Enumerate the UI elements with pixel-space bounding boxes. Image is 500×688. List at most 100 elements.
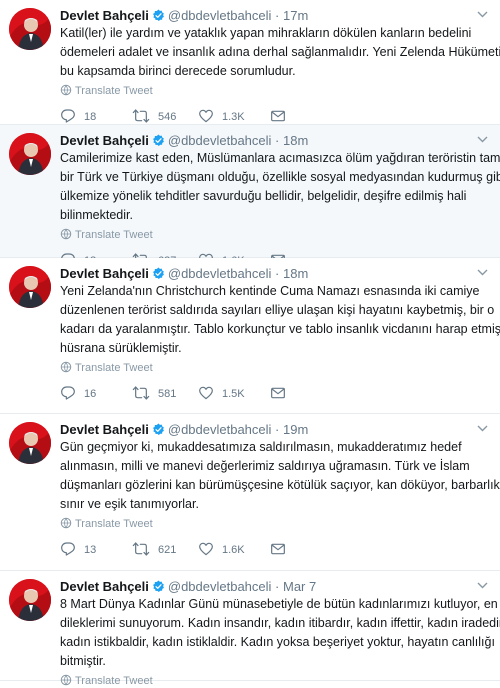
translate-tweet-link[interactable]: Translate Tweet <box>60 517 153 531</box>
like-button[interactable]: 1.6K <box>198 541 245 559</box>
direct-message-button[interactable] <box>270 385 294 403</box>
separator-dot: · <box>271 579 283 594</box>
retweet-icon <box>132 386 150 400</box>
tweet-text-line: kadarı da yaralanmıştır. Tablo korkunçtu… <box>60 322 500 336</box>
direct-message-button[interactable] <box>270 108 294 126</box>
heart-icon <box>199 109 213 123</box>
avatar[interactable] <box>9 133 51 175</box>
reply-icon <box>61 109 75 123</box>
translate-tweet-link[interactable]: Translate Tweet <box>60 674 153 688</box>
heart-icon <box>199 542 213 556</box>
like-count: 1.5K <box>222 388 245 400</box>
author-handle[interactable]: @dbdevletbahceli <box>168 266 272 281</box>
separator-dot: · <box>271 133 283 148</box>
globe-icon <box>60 674 72 686</box>
reply-count: 16 <box>84 388 97 400</box>
chevron-down-icon[interactable] <box>477 134 488 146</box>
tweet-text: 8 Mart Dünya Kadınlar Günü münasebetiyle… <box>60 595 500 671</box>
author-handle[interactable]: @dbdevletbahceli <box>168 133 272 148</box>
translate-tweet-link[interactable]: Translate Tweet <box>60 228 153 242</box>
tweet-text-line: ödemeleri adalet ve insanlık adına derha… <box>60 45 500 59</box>
tweet-text-line: düşmanları gözlerini kan bürümüşçesine k… <box>60 478 500 492</box>
tweet-timestamp[interactable]: 18m <box>283 266 308 281</box>
separator-dot: · <box>271 266 283 281</box>
tweet-header: Devlet Bahçeli @dbdevletbahceli · 17m <box>60 7 308 25</box>
retweet-count: 581 <box>158 388 177 400</box>
translate-tweet-label: Translate Tweet <box>75 85 153 97</box>
like-button[interactable]: 1.3K <box>198 108 245 126</box>
avatar[interactable] <box>9 8 51 50</box>
tweet[interactable]: Devlet Bahçeli @dbdevletbahceli · 19m Gün… <box>0 414 500 571</box>
tweet-text-line: 8 Mart Dünya Kadınlar Günü münasebetiyle… <box>60 597 500 611</box>
translate-tweet-link[interactable]: Translate Tweet <box>60 84 153 98</box>
tweet-timestamp[interactable]: 18m <box>283 133 308 148</box>
tweet-text-line: kadın istikbaldir, kadın istiklaldir. Ka… <box>60 635 495 649</box>
tweet[interactable]: Devlet Bahçeli @dbdevletbahceli · 17m Kat… <box>0 0 500 125</box>
translate-tweet-label: Translate Tweet <box>75 675 153 687</box>
reply-icon <box>61 386 75 400</box>
tweet-header: Devlet Bahçeli @dbdevletbahceli · Mar 7 <box>60 578 316 596</box>
translate-tweet-link[interactable]: Translate Tweet <box>60 361 153 375</box>
tweet-text: Gün geçmiyor ki, mukaddesatımıza saldırı… <box>60 438 500 514</box>
tweet-text-line: bitmiştir. <box>60 654 106 668</box>
avatar[interactable] <box>9 579 51 621</box>
tweet-text-line: ülkemize yönelik tehditler savurduğu bel… <box>60 189 467 203</box>
reply-button[interactable]: 13 <box>60 541 96 559</box>
tweet[interactable]: Devlet Bahçeli @dbdevletbahceli · 18m Yen… <box>0 258 500 414</box>
reply-count: 18 <box>84 111 97 123</box>
like-count: 1.6K <box>222 544 245 556</box>
tweet-text-line: dileklerimi sunuyorum. Kadın insandır, k… <box>60 616 500 630</box>
author-handle[interactable]: @dbdevletbahceli <box>168 579 272 594</box>
retweet-count: 621 <box>158 544 177 556</box>
chevron-down-icon[interactable] <box>477 580 488 592</box>
envelope-icon <box>271 543 285 555</box>
author-name[interactable]: Devlet Bahçeli <box>60 422 149 437</box>
avatar[interactable] <box>9 422 51 464</box>
like-button[interactable]: 1.5K <box>198 385 245 403</box>
tweet-text-line: sınır ve eşik tanımıyorlar. <box>60 497 199 511</box>
tweet-timestamp[interactable]: 19m <box>283 422 308 437</box>
envelope-icon <box>271 110 285 122</box>
like-count: 1.3K <box>222 111 245 123</box>
tweet-text: Katil(ler) ile yardım ve yataklık yapan … <box>60 24 500 81</box>
author-name[interactable]: Devlet Bahçeli <box>60 579 149 594</box>
tweet-timestamp[interactable]: Mar 7 <box>283 579 316 594</box>
tweet-text-line: bilinmektedir. <box>60 208 133 222</box>
tweet[interactable]: Devlet Bahçeli @dbdevletbahceli · 18m Cam… <box>0 125 500 267</box>
avatar[interactable] <box>9 266 51 308</box>
globe-icon <box>60 517 72 529</box>
tweet-text-line: bir Türk ve Türkiye düşmanı olduğu, özel… <box>60 170 500 184</box>
reply-button[interactable]: 18 <box>60 108 96 126</box>
tweet-text: Yeni Zelanda'nın Christchurch kentinde C… <box>60 282 500 358</box>
author-name[interactable]: Devlet Bahçeli <box>60 8 149 23</box>
chevron-down-icon[interactable] <box>477 423 488 435</box>
heart-icon <box>199 386 213 400</box>
tweet-text-line: düzenlenen terörist saldırıda sayıları e… <box>60 303 495 317</box>
tweet-header: Devlet Bahçeli @dbdevletbahceli · 18m <box>60 132 308 150</box>
tweet-text-line: Camilerimize kast eden, Müslümanlara acı… <box>60 151 500 165</box>
retweet-button[interactable]: 581 <box>132 385 176 403</box>
direct-message-button[interactable] <box>270 541 294 559</box>
separator-dot: · <box>271 8 283 23</box>
tweet[interactable]: Devlet Bahçeli @dbdevletbahceli · Mar 7 8… <box>0 571 500 687</box>
author-handle[interactable]: @dbdevletbahceli <box>168 8 272 23</box>
author-name[interactable]: Devlet Bahçeli <box>60 266 149 281</box>
author-handle[interactable]: @dbdevletbahceli <box>168 422 272 437</box>
retweet-count: 546 <box>158 111 177 123</box>
tweet-text-line: bu kapsamda birinci derecede sorumludur. <box>60 64 296 78</box>
tweet-timestamp[interactable]: 17m <box>283 8 308 23</box>
translate-tweet-label: Translate Tweet <box>75 229 153 241</box>
reply-count: 13 <box>84 544 97 556</box>
retweet-button[interactable]: 621 <box>132 541 176 559</box>
tweet-text-line: Katil(ler) ile yardım ve yataklık yapan … <box>60 26 472 40</box>
translate-tweet-label: Translate Tweet <box>75 362 153 374</box>
globe-icon <box>60 84 72 96</box>
chevron-down-icon[interactable] <box>477 9 488 21</box>
tweet-text-line: Yeni Zelanda'nın Christchurch kentinde C… <box>60 284 480 298</box>
reply-button[interactable]: 16 <box>60 385 96 403</box>
retweet-button[interactable]: 546 <box>132 108 176 126</box>
chevron-down-icon[interactable] <box>477 267 488 279</box>
retweet-icon <box>132 542 150 556</box>
separator-dot: · <box>271 422 283 437</box>
author-name[interactable]: Devlet Bahçeli <box>60 133 149 148</box>
